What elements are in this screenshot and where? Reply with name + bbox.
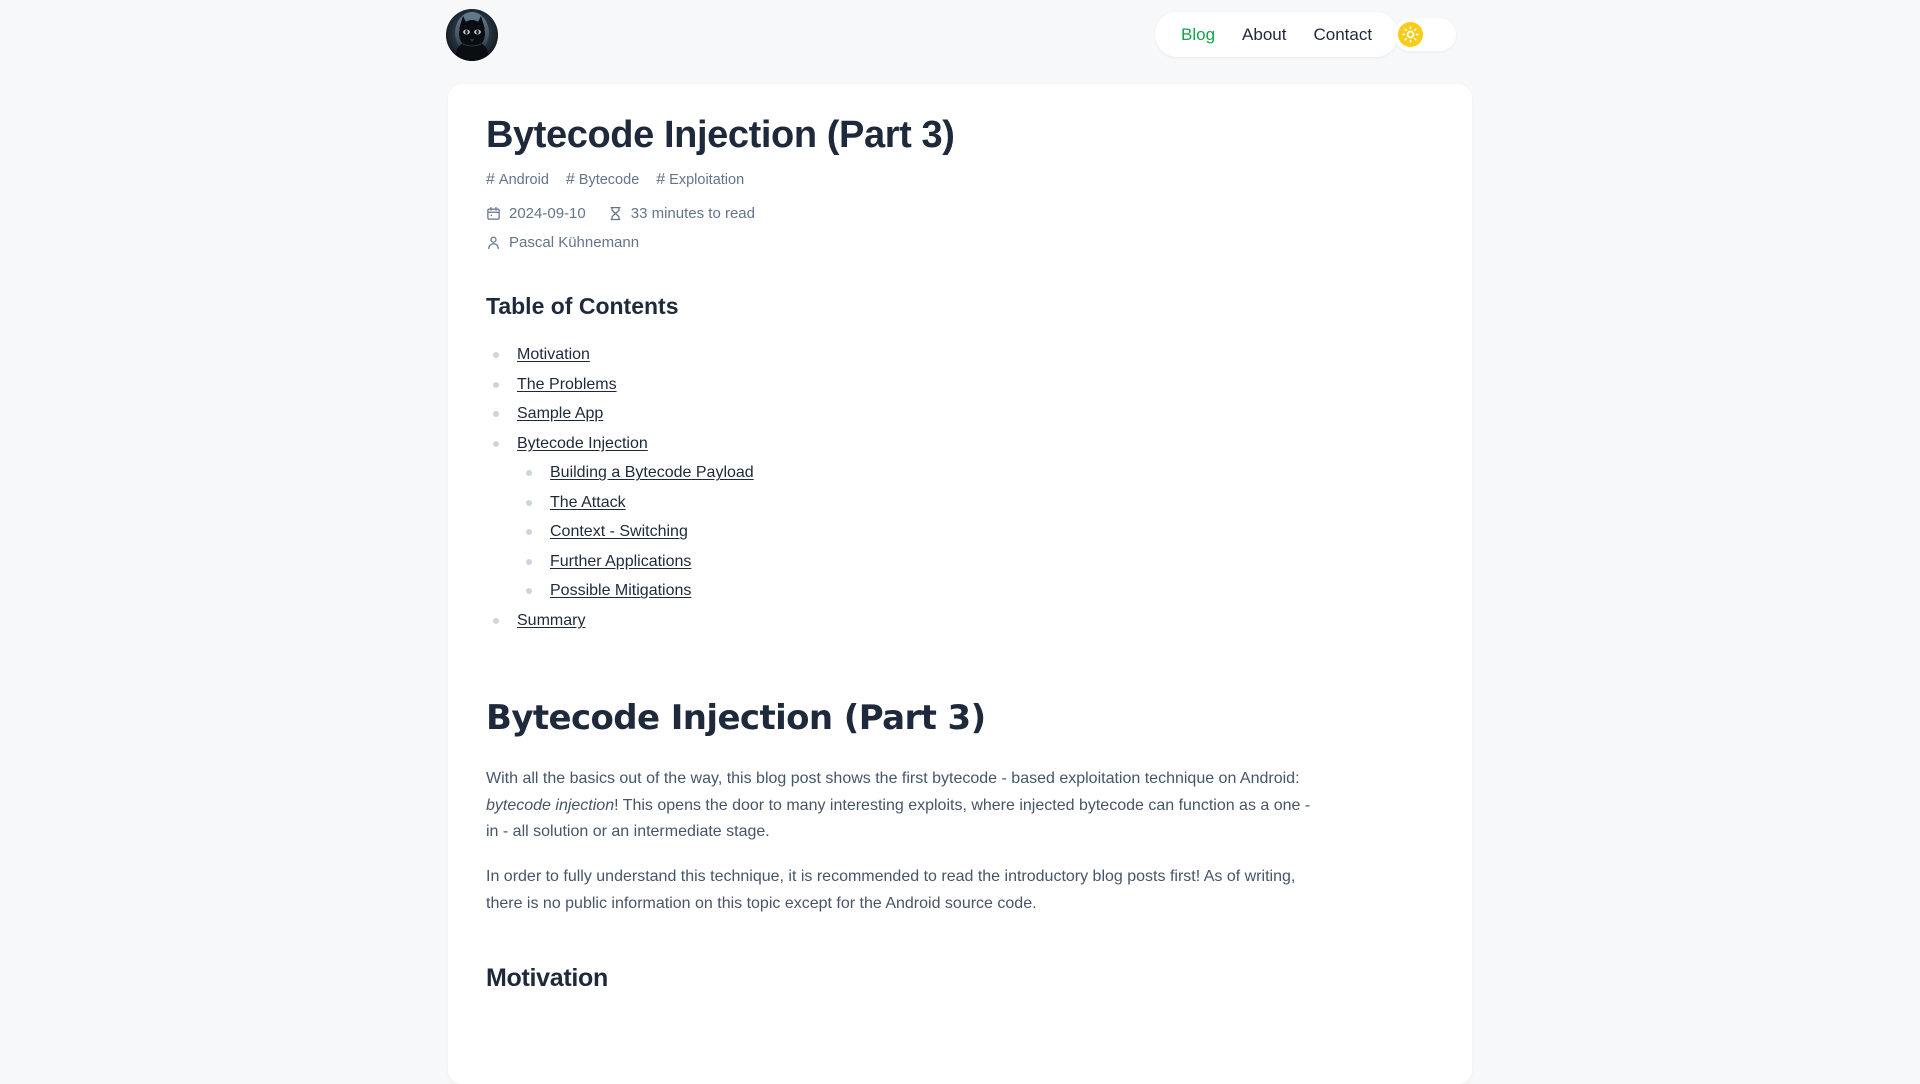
list-item: Possible Mitigations xyxy=(519,577,1434,607)
toc-link-the-problems[interactable]: The Problems xyxy=(517,376,617,394)
tag-bytecode[interactable]: # Bytecode xyxy=(565,170,640,188)
list-item: Motivation xyxy=(486,341,1434,371)
theme-toggle-knob xyxy=(1398,22,1423,47)
bullet-icon xyxy=(526,470,532,477)
page-title: Bytecode Injection (Part 3) xyxy=(486,114,955,156)
list-item: Further Applications xyxy=(519,547,1434,577)
toc-link-context-switching[interactable]: Context - Switching xyxy=(550,523,688,541)
nav-link-blog[interactable]: Blog xyxy=(1181,26,1215,43)
list-item: Summary xyxy=(486,606,1434,636)
tag-android[interactable]: # Android xyxy=(486,170,549,188)
tag-label: Android xyxy=(498,171,549,188)
tag-exploitation[interactable]: # Exploitation xyxy=(656,170,745,188)
tag-label: Bytecode xyxy=(578,171,640,188)
toc-link-possible-mitigations[interactable]: Possible Mitigations xyxy=(550,582,691,600)
toc-link-motivation[interactable]: Motivation xyxy=(517,346,590,364)
toc-entry: Context - Switching xyxy=(519,518,1434,548)
panther-avatar-icon xyxy=(446,9,498,61)
toc-entry: Building a Bytecode Payload xyxy=(519,459,1434,489)
list-item: The Attack xyxy=(519,488,1434,518)
toc-entry: Further Applications xyxy=(519,547,1434,577)
article-section-heading-motivation: Motivation xyxy=(486,964,608,993)
post-author: Pascal Kühnemann xyxy=(486,234,639,251)
calendar-icon xyxy=(487,206,500,220)
toc-link-building-a-bytecode-payload[interactable]: Building a Bytecode Payload xyxy=(550,464,754,482)
toc-link-the-attack[interactable]: The Attack xyxy=(550,494,626,512)
nav-link-contact[interactable]: Contact xyxy=(1313,26,1372,43)
post-author-name: Pascal Kühnemann xyxy=(509,233,640,251)
toc-entry: Motivation xyxy=(486,341,1434,371)
bullet-icon xyxy=(493,617,499,624)
hash-icon: # xyxy=(656,170,666,188)
toc-entry: Possible Mitigations xyxy=(519,577,1434,607)
person-icon xyxy=(488,236,499,249)
paragraph-emphasis: bytecode injection xyxy=(486,796,615,814)
list-item: Building a Bytecode Payload xyxy=(519,459,1434,489)
toc-link-bytecode-injection[interactable]: Bytecode Injection xyxy=(517,435,648,453)
toc-heading: Table of Contents xyxy=(486,292,679,319)
site-logo[interactable] xyxy=(446,9,498,61)
post-date-text: 2024-09-10 xyxy=(509,204,586,222)
bullet-icon xyxy=(493,352,499,359)
nav-link-about[interactable]: About xyxy=(1242,26,1286,43)
bullet-icon xyxy=(493,440,499,447)
toc-entry: Summary xyxy=(486,606,1434,636)
article-paragraph-2: In order to fully understand this techni… xyxy=(486,868,1296,913)
toc-entry: The Attack xyxy=(519,488,1434,518)
list-item: Context - Switching xyxy=(519,518,1434,548)
post-read-time: 33 minutes to read xyxy=(608,205,755,222)
tag-list: # Android # Bytecode # Exploitation xyxy=(486,170,1434,188)
hash-icon: # xyxy=(486,170,495,188)
post-date: 2024-09-10 xyxy=(486,205,586,222)
post-meta-row-primary: 2024-09-10 33 minutes to read xyxy=(486,205,1434,222)
hash-icon: # xyxy=(565,170,575,188)
article-card: Bytecode Injection (Part 3) # Android # … xyxy=(448,84,1472,1084)
site-header: Blog About Contact xyxy=(0,0,1920,70)
bullet-icon xyxy=(493,381,499,388)
toc-entry: Bytecode Injection xyxy=(486,429,1434,459)
hourglass-icon xyxy=(610,206,621,220)
bullet-icon xyxy=(526,588,532,595)
bullet-icon xyxy=(526,558,532,565)
toc-sublist: Building a Bytecode Payload The Attack C… xyxy=(519,459,1434,607)
toc-link-sample-app[interactable]: Sample App xyxy=(517,405,603,423)
table-of-contents: Motivation The Problems Sample App Bytec… xyxy=(486,341,1434,636)
bullet-icon xyxy=(526,529,532,536)
list-item: Sample App xyxy=(486,400,1434,430)
sun-icon xyxy=(1402,26,1419,43)
toc-link-further-applications[interactable]: Further Applications xyxy=(550,553,691,571)
article-paragraph-1: With all the basics out of the way, this… xyxy=(486,766,1316,847)
article-heading: Bytecode Injection (Part 3) xyxy=(486,697,986,738)
toc-link-summary[interactable]: Summary xyxy=(517,612,585,630)
bullet-icon xyxy=(493,411,499,418)
bullet-icon xyxy=(526,499,532,506)
list-item: Bytecode Injection Building a Bytecode P… xyxy=(486,429,1434,606)
post-read-time-text: 33 minutes to read xyxy=(630,204,755,222)
post-meta-row-author: Pascal Kühnemann xyxy=(486,234,1434,251)
tag-label: Exploitation xyxy=(669,171,745,188)
list-item: The Problems xyxy=(486,370,1434,400)
paragraph-text-before: With all the basics out of the way, this… xyxy=(486,769,1300,787)
toc-entry: The Problems xyxy=(486,370,1434,400)
main-navigation: Blog About Contact xyxy=(1155,12,1399,57)
toc-entry: Sample App xyxy=(486,400,1434,430)
theme-toggle[interactable] xyxy=(1394,18,1456,51)
